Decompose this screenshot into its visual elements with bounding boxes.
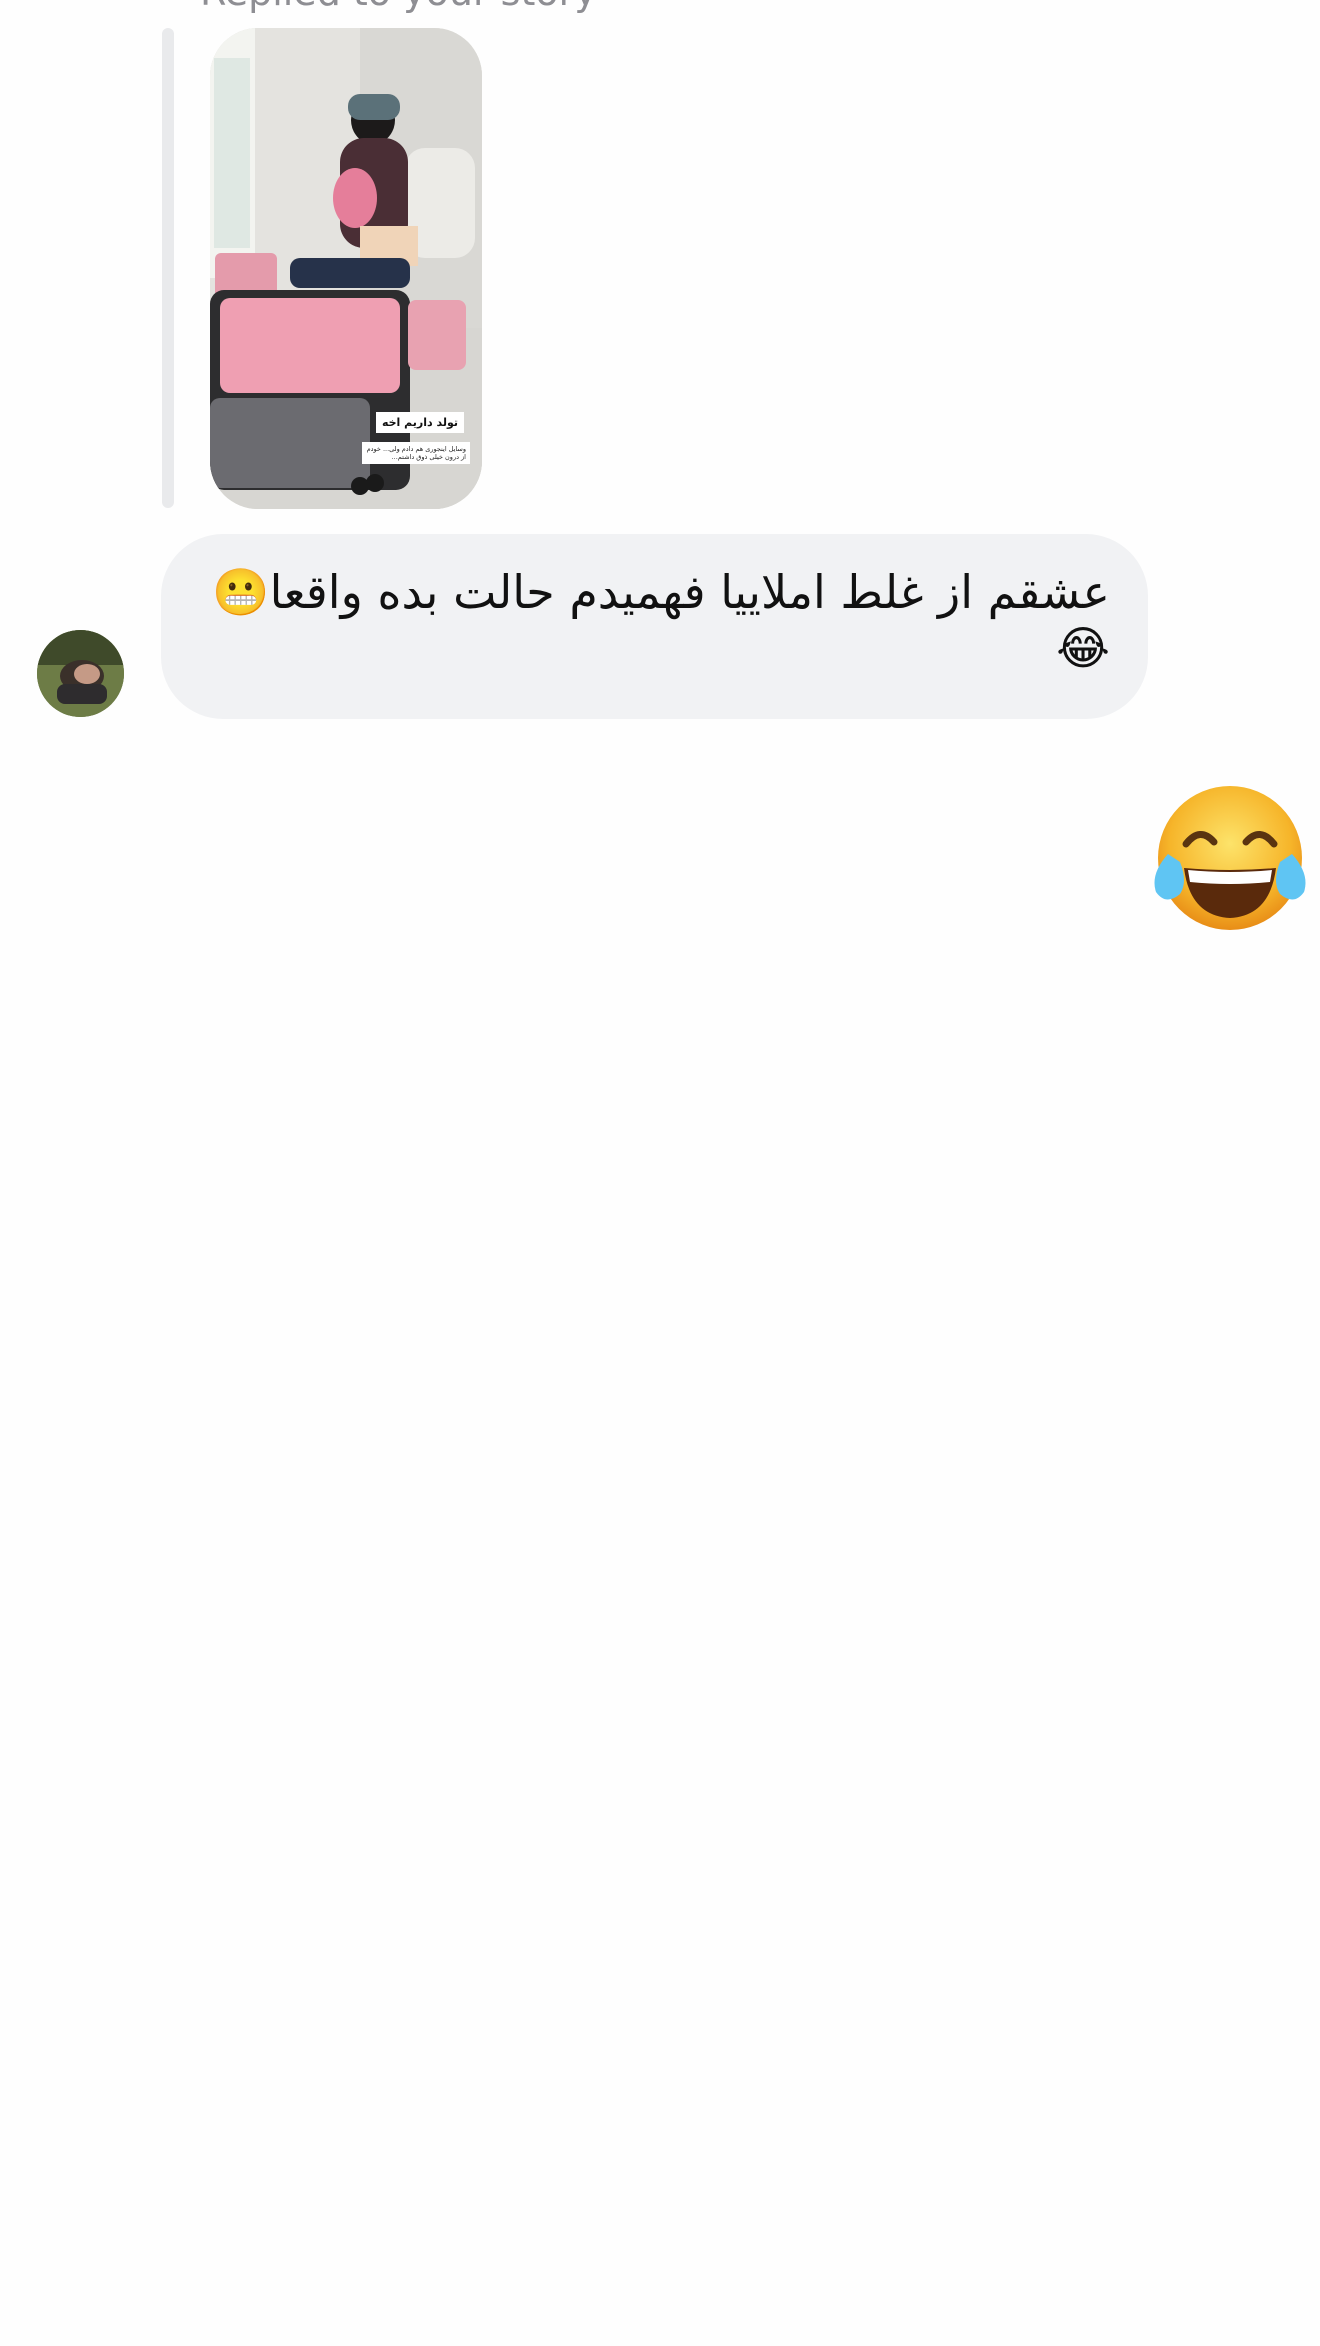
story-reply-bar (162, 28, 174, 508)
replied-to-story-label: Replied to your story (200, 0, 597, 14)
sender-avatar[interactable] (37, 630, 124, 717)
laughing-emoji-graphic (1154, 786, 1306, 930)
incoming-message-bubble[interactable]: عشقم از غلط املاییا فهمیدم حالت بده واقع… (161, 534, 1148, 719)
avatar-photo (37, 630, 124, 717)
incoming-message-text: عشقم از غلط املاییا فهمیدم حالت بده واقع… (212, 565, 1110, 675)
story-thumbnail[interactable]: تولد داریم اخه وسایل اینجوری هم دادم ولی… (210, 28, 482, 509)
face-with-tears-of-joy-icon[interactable] (1150, 782, 1310, 934)
story-image (210, 28, 482, 509)
story-caption-title: تولد داریم اخه (375, 412, 464, 433)
story-caption-body: وسایل اینجوری هم دادم ولی... خودم از درو… (362, 442, 470, 464)
